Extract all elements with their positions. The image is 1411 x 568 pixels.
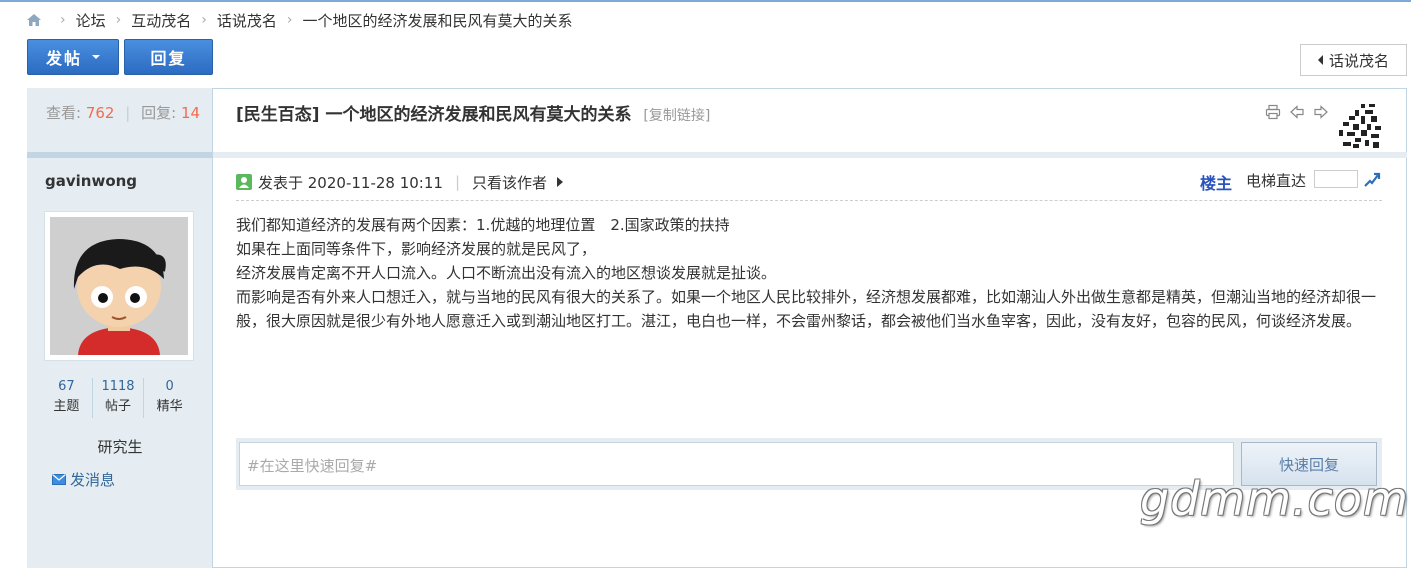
stat-label: 帖子 <box>105 399 132 414</box>
post-time: 发表于 2020-11-28 10:11 <box>258 173 443 192</box>
floor-jump-input[interactable] <box>1314 170 1358 188</box>
send-message-link[interactable]: 发消息 <box>52 469 115 490</box>
breadcrumb-talk-maoming[interactable]: 话说茂名 <box>217 10 277 31</box>
new-post-button[interactable]: 发帖 <box>27 39 119 75</box>
reply-button[interactable]: 回复 <box>124 39 213 75</box>
next-thread-icon[interactable] <box>1313 104 1329 120</box>
breadcrumb-forum[interactable]: 论坛 <box>76 10 106 31</box>
thread-tools <box>1265 104 1329 120</box>
breadcrumb-interactive-maoming[interactable]: 互动茂名 <box>131 10 191 31</box>
author-name[interactable]: gavinwong <box>45 172 137 190</box>
author-stat-digest[interactable]: 0 精华 <box>144 378 195 418</box>
online-status-icon <box>236 174 252 190</box>
thread-title-text: [民生百态] 一个地区的经济发展和民风有莫大的关系 <box>236 105 632 125</box>
header-divider-left <box>27 152 213 158</box>
breadcrumb: › 论坛 › 互动茂名 › 话说茂名 › 一个地区的经济发展和民风有莫大的关系 <box>26 9 573 31</box>
stat-label: 精华 <box>156 399 183 414</box>
breadcrumb-separator: › <box>286 12 293 28</box>
post-line: 经济发展肯定离不开人口流入。人口不断流出没有流入的地区想谈发展就是扯谈。 <box>236 264 777 282</box>
qr-code-icon[interactable] <box>1335 102 1383 150</box>
avatar[interactable] <box>44 211 194 361</box>
author-stat-threads[interactable]: 67 主题 <box>41 378 93 418</box>
stat-label: 主题 <box>53 399 80 414</box>
chevron-left-icon <box>1317 55 1323 65</box>
views-label: 查看: <box>46 104 82 122</box>
chevron-right-icon <box>557 177 564 187</box>
stats-separator: | <box>125 104 131 122</box>
author-stats: 67 主题 1118 帖子 0 精华 <box>41 378 195 418</box>
thread-stats: 查看: 762 | 回复: 14 <box>46 102 200 123</box>
send-message-label: 发消息 <box>70 471 116 489</box>
back-to-board-button[interactable]: 话说茂名 <box>1300 44 1407 76</box>
post-line: 如果在上面同等条件下，影响经济发展的就是民风了， <box>236 240 597 258</box>
meta-divider <box>236 200 1382 201</box>
views-count: 762 <box>85 104 115 122</box>
chevron-down-icon <box>92 55 100 59</box>
home-icon[interactable] <box>26 13 42 27</box>
header-divider <box>27 152 1407 158</box>
previous-thread-icon[interactable] <box>1289 104 1305 120</box>
elevator-label: 电梯直达 <box>1246 172 1307 190</box>
stat-value: 67 <box>58 379 75 394</box>
post-meta: 发表于 2020-11-28 10:11 | 只看该作者 <box>236 172 564 193</box>
post-content: 我们都知道经济的发展有两个因素：1.优越的地理位置 2.国家政策的扶持 如果在上… <box>236 213 1384 333</box>
envelope-icon <box>52 474 66 485</box>
breadcrumb-current: 一个地区的经济发展和民风有莫大的关系 <box>302 11 573 30</box>
replies-count: 14 <box>180 104 201 122</box>
thread-title: [民生百态] 一个地区的经济发展和民风有莫大的关系 [复制链接] <box>236 100 710 125</box>
meta-separator: | <box>454 173 460 191</box>
floor-label: 楼主 <box>1200 174 1233 193</box>
quick-reply-input[interactable]: #在这里快速回复# <box>239 442 1234 486</box>
print-icon[interactable] <box>1265 104 1281 120</box>
stat-value: 0 <box>165 379 174 394</box>
author-rank: 研究生 <box>97 438 143 456</box>
back-to-board-label: 话说茂名 <box>1328 51 1389 70</box>
breadcrumb-separator: › <box>115 12 122 28</box>
only-author-link[interactable]: 只看该作者 <box>472 172 547 193</box>
site-watermark: gdmm.com <box>1140 472 1409 526</box>
author-stat-posts[interactable]: 1118 帖子 <box>93 378 145 418</box>
breadcrumb-separator: › <box>60 12 66 28</box>
post-line: 而影响是否有外来人口想迁入，就与当地的民风有很大的关系了。如果一个地区人民比较排… <box>236 288 1377 330</box>
top-border <box>0 0 1411 2</box>
post-line: 我们都知道经济的发展有两个因素：1.优越的地理位置 2.国家政策的扶持 <box>236 216 730 234</box>
copy-link[interactable]: [复制链接] <box>643 108 710 124</box>
reply-label: 回复 <box>150 49 187 68</box>
replies-label: 回复: <box>141 104 177 122</box>
go-arrow-icon[interactable] <box>1363 171 1381 189</box>
breadcrumb-separator: › <box>201 12 207 28</box>
stat-value: 1118 <box>101 379 135 394</box>
new-post-label: 发帖 <box>45 49 82 68</box>
